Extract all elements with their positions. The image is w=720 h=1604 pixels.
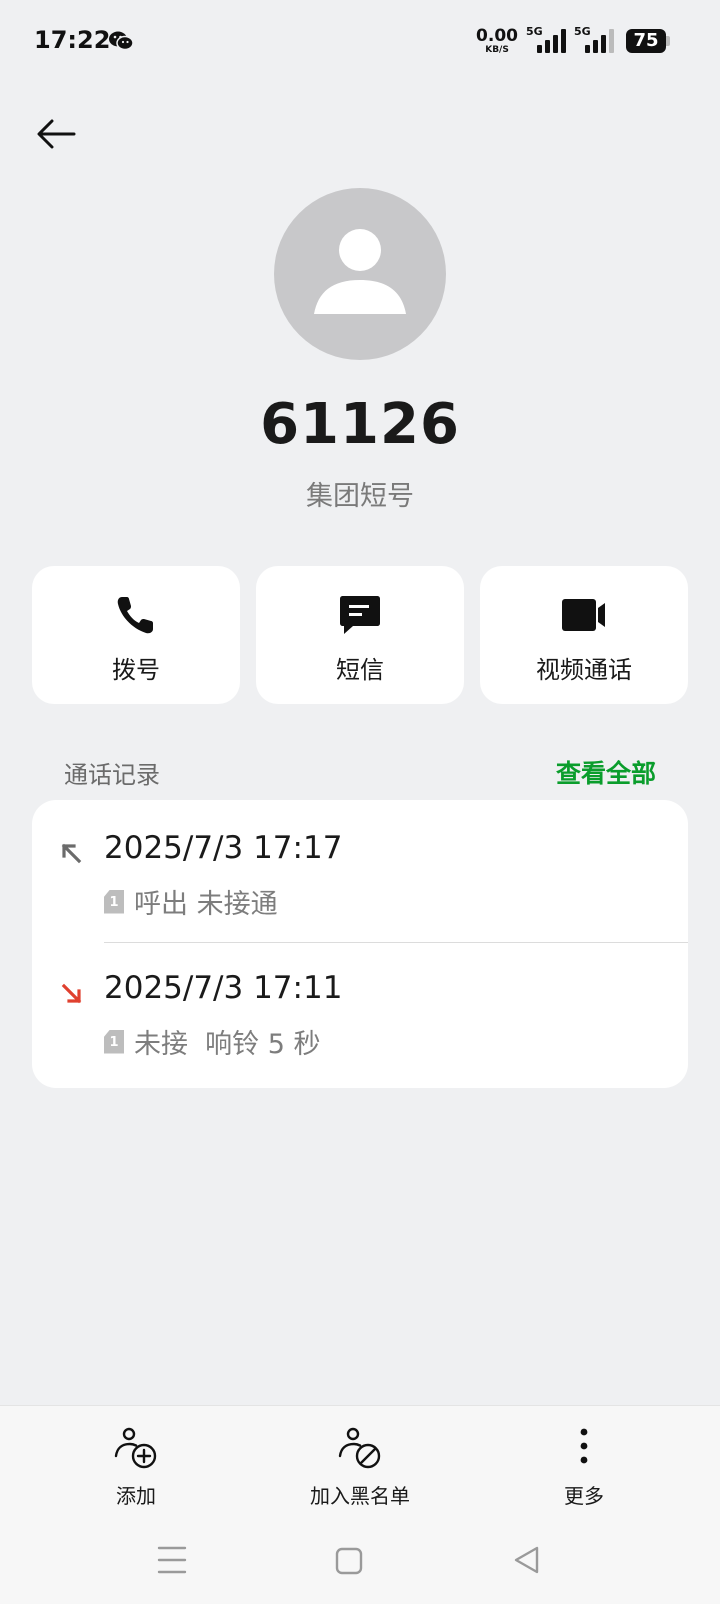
sms-button[interactable]: 短信 <box>256 566 464 704</box>
status-time: 17:22 <box>34 26 111 54</box>
call-datetime: 2025/7/3 17:11 <box>104 970 343 1006</box>
call-label: 拨号 <box>112 656 160 684</box>
video-call-label: 视频通话 <box>536 656 632 684</box>
sms-label: 短信 <box>336 656 384 684</box>
signal-sim2-icon: 5G <box>574 25 614 55</box>
net-speed: 0.00 KB/S <box>476 25 518 55</box>
status-right: 0.00 KB/S 5G 5G 75 <box>476 25 670 56</box>
view-all-link[interactable]: 查看全部 <box>556 754 656 790</box>
call-log-entry[interactable]: 2025/7/3 17:11 1 未接 响铃 5 秒 <box>32 940 688 1080</box>
wechat-icon <box>109 31 134 51</box>
recent-apps-icon[interactable] <box>156 1540 188 1580</box>
missed-call-arrow-icon <box>61 983 82 1004</box>
call-status: 未接 响铃 5 秒 <box>134 1029 321 1060</box>
call-button[interactable]: 拨号 <box>32 566 240 704</box>
back-nav-icon[interactable] <box>512 1540 542 1580</box>
more-label: 更多 <box>564 1484 604 1508</box>
message-icon <box>340 596 380 634</box>
blacklist-button[interactable]: 加入黑名单 <box>260 1426 460 1509</box>
block-person-icon <box>338 1427 381 1469</box>
call-meta: 1 未接 响铃 5 秒 <box>104 1022 321 1061</box>
net-speed-value: 0.00 <box>476 25 518 46</box>
call-log-title: 通话记录 <box>64 760 160 789</box>
call-log-list: 2025/7/3 17:17 1 呼出 未接通 2025/7/3 17:11 1… <box>32 800 688 1088</box>
video-camera-icon <box>562 599 605 631</box>
more-button[interactable]: 更多 <box>484 1426 684 1509</box>
video-call-button[interactable]: 视频通话 <box>480 566 688 704</box>
back-arrow-icon[interactable] <box>30 108 82 160</box>
add-contact-button[interactable]: 添加 <box>36 1426 236 1509</box>
home-icon[interactable] <box>334 1540 364 1580</box>
contact-subtitle: 集团短号 <box>306 481 414 512</box>
phone-icon <box>117 597 153 634</box>
battery-icon: 75 <box>626 29 670 53</box>
contact-number: 61126 <box>260 392 460 457</box>
action-row: 拨号 短信 视频通话 <box>32 566 688 704</box>
person-icon <box>314 229 406 314</box>
sim-card-icon: 1 <box>104 1029 124 1054</box>
more-vertical-icon <box>580 1428 588 1464</box>
battery-level: 75 <box>626 29 666 53</box>
call-datetime: 2025/7/3 17:17 <box>104 830 343 866</box>
signal-sim1-icon: 5G <box>526 25 566 55</box>
status-bar: 17:22 0.00 KB/S 5G 5G 75 <box>0 0 720 84</box>
call-log-header: 通话记录 查看全部 <box>64 754 656 790</box>
avatar <box>274 188 446 360</box>
sim-card-icon: 1 <box>104 889 124 914</box>
call-meta: 1 呼出 未接通 <box>104 882 278 921</box>
add-person-icon <box>114 1427 157 1469</box>
add-label: 添加 <box>116 1484 156 1508</box>
outgoing-call-arrow-icon <box>61 843 82 864</box>
net-speed-unit: KB/S <box>485 44 509 55</box>
blacklist-label: 加入黑名单 <box>310 1484 410 1508</box>
call-log-entry[interactable]: 2025/7/3 17:17 1 呼出 未接通 <box>32 800 688 940</box>
call-status: 呼出 未接通 <box>134 889 278 920</box>
